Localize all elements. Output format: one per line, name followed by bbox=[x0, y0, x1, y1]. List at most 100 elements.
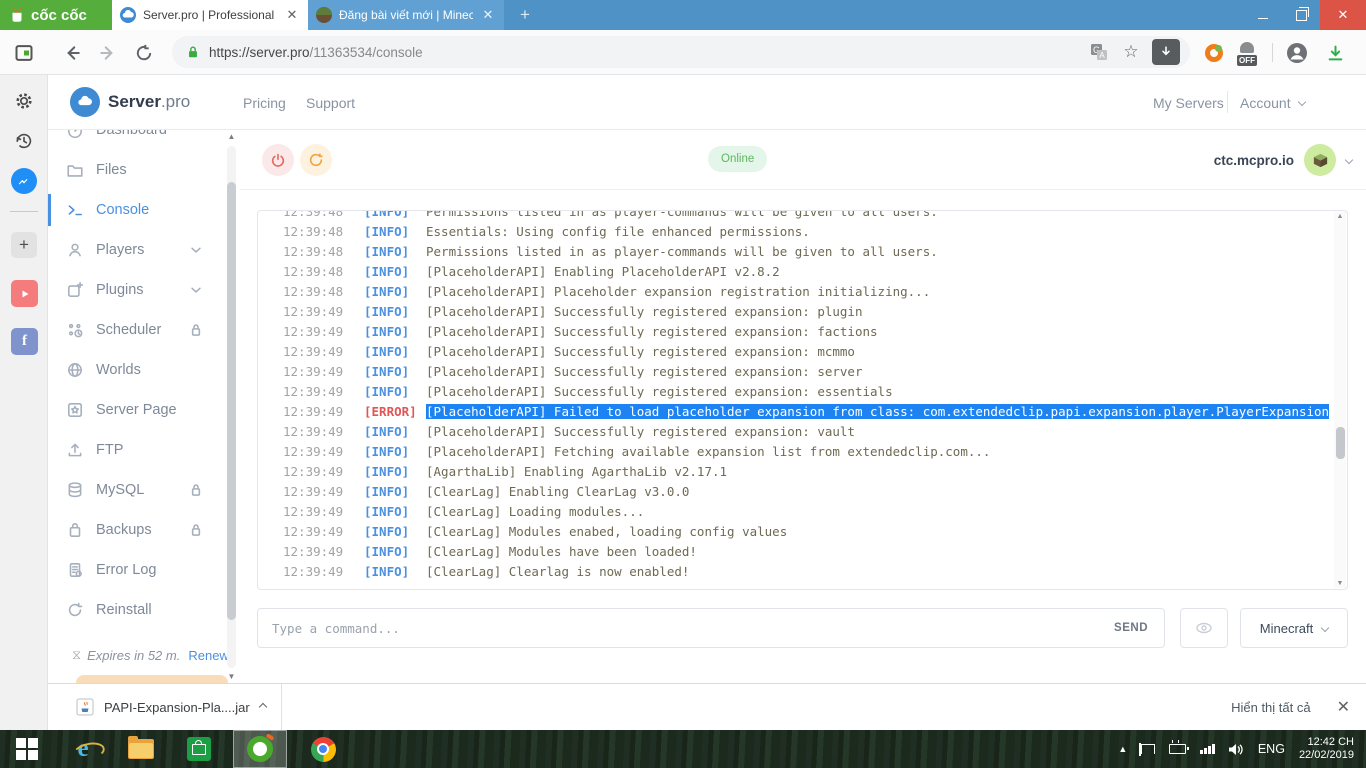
sidebar-item-server-page[interactable]: Server Page bbox=[48, 390, 240, 430]
back-button[interactable] bbox=[60, 41, 84, 65]
network-signal-icon[interactable] bbox=[1200, 744, 1215, 754]
scroll-down-icon[interactable]: ▼ bbox=[1334, 580, 1346, 587]
settings-gear-icon[interactable] bbox=[11, 88, 37, 114]
sidebar-item-reinstall[interactable]: Reinstall bbox=[48, 590, 240, 630]
sidebar-item-label: MySQL bbox=[96, 482, 145, 498]
action-center-icon[interactable] bbox=[1139, 743, 1156, 756]
account-menu[interactable]: Account bbox=[1240, 95, 1291, 111]
log-line: 12:39:49 [INFO] [ClearLag] Enabling ClearL… bbox=[258, 481, 1347, 501]
new-tab-button[interactable]: + bbox=[512, 4, 538, 26]
console-visibility-button[interactable] bbox=[1180, 608, 1228, 648]
sidebar-item-players[interactable]: Players bbox=[48, 230, 240, 270]
nav-pricing-link[interactable]: Pricing bbox=[243, 95, 286, 111]
log-level: [INFO] bbox=[364, 283, 410, 299]
scrollbar-thumb[interactable] bbox=[227, 182, 236, 620]
extension-orange-icon[interactable] bbox=[1201, 40, 1227, 66]
download-active-button[interactable] bbox=[1152, 39, 1180, 65]
sidebar-item-error-log[interactable]: Error Log bbox=[48, 550, 240, 590]
log-time: 12:39:48 bbox=[283, 223, 344, 239]
renew-link[interactable]: Renew bbox=[188, 648, 228, 663]
taskbar-coccoc-icon[interactable] bbox=[233, 730, 287, 768]
forward-button[interactable] bbox=[96, 41, 120, 65]
sidebar-item-scheduler[interactable]: Scheduler bbox=[48, 310, 240, 350]
history-icon[interactable] bbox=[11, 128, 37, 154]
log-line: 12:39:49 [INFO] [PlaceholderAPI] Successfu… bbox=[258, 381, 1347, 401]
restart-button[interactable] bbox=[300, 144, 332, 176]
start-button[interactable] bbox=[0, 730, 54, 768]
tab-close-icon[interactable]: ✕ bbox=[284, 7, 300, 23]
sidebar-item-mysql[interactable]: MySQL bbox=[48, 470, 240, 510]
window-restore-button[interactable] bbox=[1282, 0, 1320, 30]
server-selector[interactable]: ctc.mcpro.io bbox=[1214, 142, 1354, 178]
log-level: [INFO] bbox=[364, 443, 410, 459]
sidebar-item-files[interactable]: Files bbox=[48, 150, 240, 190]
command-input[interactable] bbox=[258, 609, 1164, 647]
expires-row: ⧖ Expires in 52 m. Renew bbox=[48, 636, 240, 674]
lock-icon bbox=[187, 521, 205, 539]
panel-toggle-icon[interactable] bbox=[12, 41, 36, 65]
facebook-icon[interactable]: f bbox=[11, 328, 38, 355]
translate-icon[interactable]: GA bbox=[1086, 39, 1112, 65]
log-line: 12:39:49 [ERROR] [PlaceholderAPI] Failed t… bbox=[258, 401, 1347, 421]
language-indicator[interactable]: ENG bbox=[1258, 742, 1285, 756]
chevron-up-icon[interactable] bbox=[258, 702, 267, 712]
log-line: 12:39:48 [INFO] Essentials: Using config f… bbox=[258, 221, 1347, 241]
screen: cốc cốc Server.pro | Professional G ✕ Đă… bbox=[0, 0, 1366, 768]
my-servers-link[interactable]: My Servers bbox=[1153, 95, 1224, 111]
sidebar-item-console[interactable]: Console bbox=[48, 190, 240, 230]
add-shortcut-button[interactable]: + bbox=[11, 232, 37, 258]
log-line: 12:39:49 [INFO] [ClearLag] Modules have be… bbox=[258, 541, 1347, 561]
console-log[interactable]: 12:39:48 [INFO] Permissions listed in as p… bbox=[257, 210, 1348, 590]
upgrade-banner-peek[interactable] bbox=[76, 675, 228, 683]
sidebar-item-dashboard[interactable]: Dashboard bbox=[48, 130, 240, 150]
taskbar-chrome-icon[interactable] bbox=[296, 730, 350, 768]
coccoc-download-icon[interactable] bbox=[1322, 40, 1348, 66]
scroll-up-icon[interactable]: ▲ bbox=[1334, 213, 1346, 220]
sidebar-item-worlds[interactable]: Worlds bbox=[48, 350, 240, 390]
sidebar-item-plugins[interactable]: Plugins bbox=[48, 270, 240, 310]
scrollbar-thumb[interactable] bbox=[1335, 427, 1345, 459]
coccoc-brand[interactable]: cốc cốc bbox=[0, 0, 112, 30]
sidebar-scrollbar[interactable]: ▲ ▼ bbox=[225, 130, 238, 683]
reload-button[interactable] bbox=[132, 41, 156, 65]
adblock-off-icon[interactable]: OFF bbox=[1234, 40, 1260, 66]
version-dropdown[interactable]: Minecraft bbox=[1240, 608, 1348, 648]
window-minimize-button[interactable] bbox=[1244, 0, 1282, 30]
taskbar-clock[interactable]: 12:42 CH 22/02/2019 bbox=[1299, 736, 1354, 762]
sidebar-item-backups[interactable]: Backups bbox=[48, 510, 240, 550]
youtube-icon[interactable] bbox=[11, 280, 38, 307]
tab-title: Đăng bài viết mới | Minec bbox=[339, 8, 473, 22]
messenger-icon[interactable] bbox=[11, 168, 37, 194]
tab-minecraft-forum[interactable]: Đăng bài viết mới | Minec ✕ bbox=[308, 0, 504, 30]
profile-icon[interactable] bbox=[1284, 40, 1310, 66]
download-item[interactable]: PAPI-Expansion-Pla....jar bbox=[62, 684, 280, 730]
serverpro-wordmark[interactable]: Server.pro bbox=[108, 92, 190, 112]
console-scrollbar[interactable]: ▲ ▼ bbox=[1334, 212, 1346, 588]
bookmark-star-icon[interactable]: ☆ bbox=[1118, 39, 1144, 65]
scroll-down-icon[interactable]: ▼ bbox=[225, 672, 238, 681]
taskbar-store-icon[interactable] bbox=[172, 730, 226, 768]
log-time: 12:39:48 bbox=[283, 283, 344, 299]
send-button[interactable]: SEND bbox=[1114, 622, 1148, 634]
nav-support-link[interactable]: Support bbox=[306, 95, 355, 111]
close-download-bar-icon[interactable]: ✕ bbox=[1337, 697, 1350, 717]
taskbar-ie-icon[interactable]: e bbox=[56, 730, 110, 768]
chevron-down-icon bbox=[187, 281, 205, 299]
tray-expand-icon[interactable]: ▲ bbox=[1118, 744, 1127, 754]
volume-icon[interactable] bbox=[1228, 743, 1244, 756]
scroll-up-icon[interactable]: ▲ bbox=[225, 132, 238, 141]
sidebar-item-ftp[interactable]: FTP bbox=[48, 430, 240, 470]
log-level: [INFO] bbox=[364, 243, 410, 259]
taskbar-explorer-icon[interactable] bbox=[114, 730, 168, 768]
log-level: [INFO] bbox=[364, 503, 410, 519]
window-close-button[interactable]: ✕ bbox=[1320, 0, 1366, 30]
tab-close-icon[interactable]: ✕ bbox=[480, 7, 496, 23]
serverpro-logo-icon[interactable] bbox=[70, 87, 100, 117]
tab-serverpro[interactable]: Server.pro | Professional G ✕ bbox=[112, 0, 308, 30]
battery-icon[interactable] bbox=[1169, 740, 1190, 754]
address-bar[interactable]: https://server.pro/11363534/console GA ☆ bbox=[172, 36, 1190, 68]
log-message: [PlaceholderAPI] Enabling PlaceholderAPI… bbox=[426, 263, 780, 279]
power-button[interactable] bbox=[262, 144, 294, 176]
strip-divider bbox=[10, 211, 38, 212]
show-all-downloads-link[interactable]: Hiển thị tất cả bbox=[1231, 700, 1311, 715]
